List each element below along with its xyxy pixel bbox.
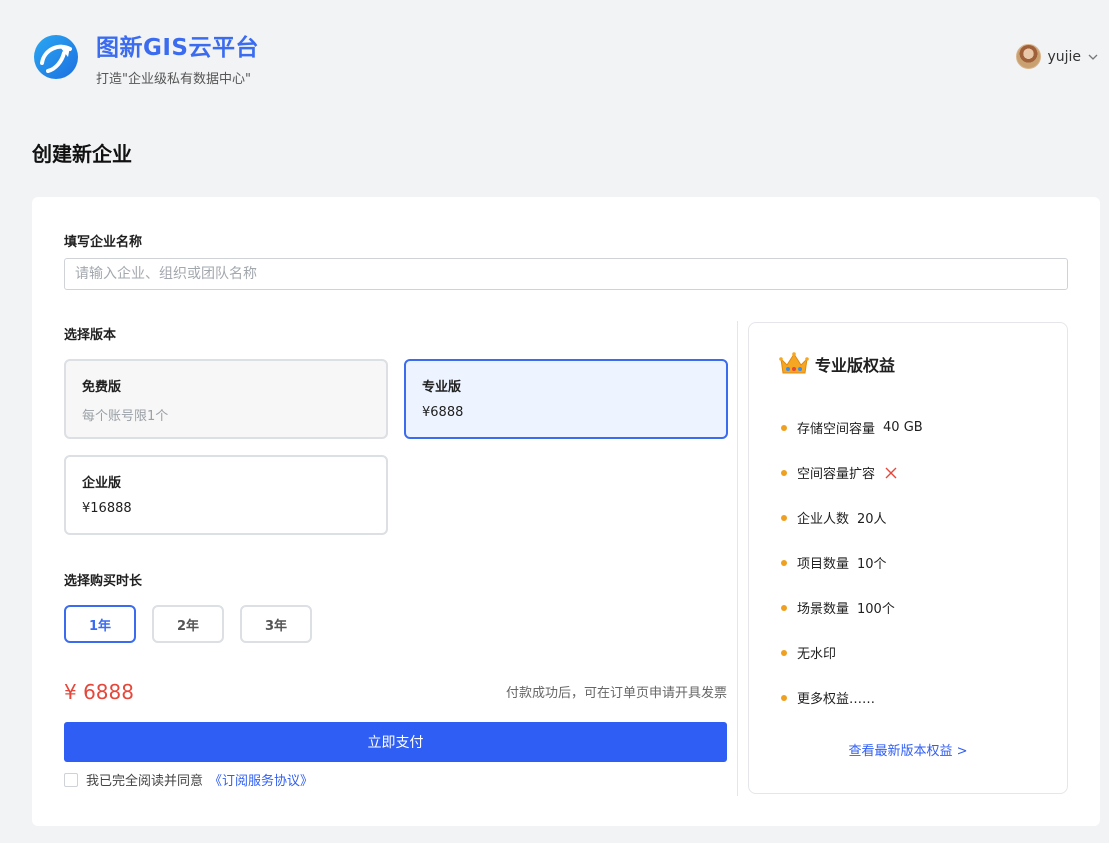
- divider: [737, 321, 738, 796]
- bullet-icon: [781, 469, 787, 476]
- enterprise-name-label: 填写企业名称: [64, 235, 143, 250]
- avatar[interactable]: [1016, 44, 1042, 69]
- benefit-value: 40 GB: [883, 420, 923, 435]
- pay-now-button[interactable]: 立即支付: [64, 722, 727, 762]
- benefit-value: 10个: [857, 557, 887, 572]
- benefit-label: 存储空间容量: [797, 422, 876, 437]
- agree-checkbox[interactable]: [64, 772, 78, 787]
- benefit-item: 场景数量 100个: [781, 598, 895, 617]
- benefit-label: 更多权益……: [797, 692, 876, 707]
- header: 图新GIS云平台 打造"企业级私有数据中心" yujie: [0, 0, 1109, 110]
- bullet-icon: [781, 514, 787, 521]
- plan-label: 选择版本: [64, 328, 117, 343]
- benefits-title: 专业版权益: [815, 356, 896, 375]
- benefit-value: 20人: [857, 512, 887, 527]
- plan-option-free[interactable]: 免费版 每个账号限1个: [64, 359, 388, 439]
- agreement: 我已完全阅读并同意 《订阅服务协议》: [64, 770, 313, 789]
- benefit-value: 100个: [857, 602, 895, 617]
- benefit-item: 项目数量 10个: [781, 553, 887, 572]
- duration-option-3y[interactable]: 3年: [240, 605, 312, 643]
- benefit-label: 项目数量: [797, 557, 850, 572]
- view-latest-benefits-link[interactable]: 查看最新版本权益 >: [749, 740, 1067, 759]
- agree-text: 我已完全阅读并同意: [86, 774, 204, 789]
- bullet-icon: [781, 604, 787, 611]
- user-name[interactable]: yujie: [1047, 49, 1081, 65]
- close-icon: [885, 467, 897, 478]
- bullet-icon: [781, 649, 787, 656]
- service-agreement-link[interactable]: 《订阅服务协议》: [209, 770, 313, 789]
- benefit-label: 企业人数: [797, 512, 850, 527]
- benefit-label: 场景数量: [797, 602, 850, 617]
- page-title: 创建新企业: [32, 142, 132, 166]
- benefits-panel: 专业版权益 存储空间容量 40 GB 空间容量扩容 企业人数 20人 项目数量 …: [748, 322, 1068, 794]
- bullet-icon: [781, 559, 787, 566]
- benefit-item: 空间容量扩容: [781, 463, 897, 482]
- benefit-item: 存储空间容量 40 GB: [781, 418, 923, 437]
- benefits-header: 专业版权益: [779, 351, 895, 377]
- user-menu[interactable]: yujie: [1016, 44, 1099, 69]
- chevron-down-icon[interactable]: [1087, 51, 1099, 63]
- app-subtitle: 打造"企业级私有数据中心": [96, 72, 251, 87]
- bullet-icon: [781, 424, 787, 431]
- duration-option-2y[interactable]: 2年: [152, 605, 224, 643]
- create-enterprise-card: 填写企业名称 选择版本 免费版 每个账号限1个 专业版 ¥6888 企业版 ¥1…: [32, 197, 1100, 826]
- crown-icon: [779, 352, 809, 374]
- app-title: 图新GIS云平台: [96, 35, 260, 61]
- logo-icon: [34, 35, 78, 79]
- plan-name: 专业版: [422, 380, 462, 395]
- plan-price: ¥16888: [82, 501, 132, 516]
- benefit-item: 更多权益……: [781, 688, 875, 707]
- plan-name: 免费版: [82, 380, 122, 395]
- benefit-label: 空间容量扩容: [797, 467, 876, 482]
- benefit-item: 企业人数 20人: [781, 508, 887, 527]
- duration-label: 选择购买时长: [64, 574, 143, 589]
- plan-name: 企业版: [82, 476, 122, 491]
- total-price: ¥ 6888: [64, 680, 134, 704]
- bullet-icon: [781, 694, 787, 701]
- duration-option-1y[interactable]: 1年: [64, 605, 136, 643]
- plan-price: ¥6888: [422, 405, 464, 420]
- plan-price: 每个账号限1个: [82, 409, 169, 424]
- benefit-label: 无水印: [797, 647, 837, 662]
- enterprise-name-input[interactable]: [64, 258, 1068, 290]
- benefit-item: 无水印: [781, 643, 836, 662]
- plan-option-enterprise[interactable]: 企业版 ¥16888: [64, 455, 388, 535]
- plan-option-professional[interactable]: 专业版 ¥6888: [404, 359, 728, 439]
- invoice-note: 付款成功后，可在订单页申请开具发票: [505, 686, 727, 701]
